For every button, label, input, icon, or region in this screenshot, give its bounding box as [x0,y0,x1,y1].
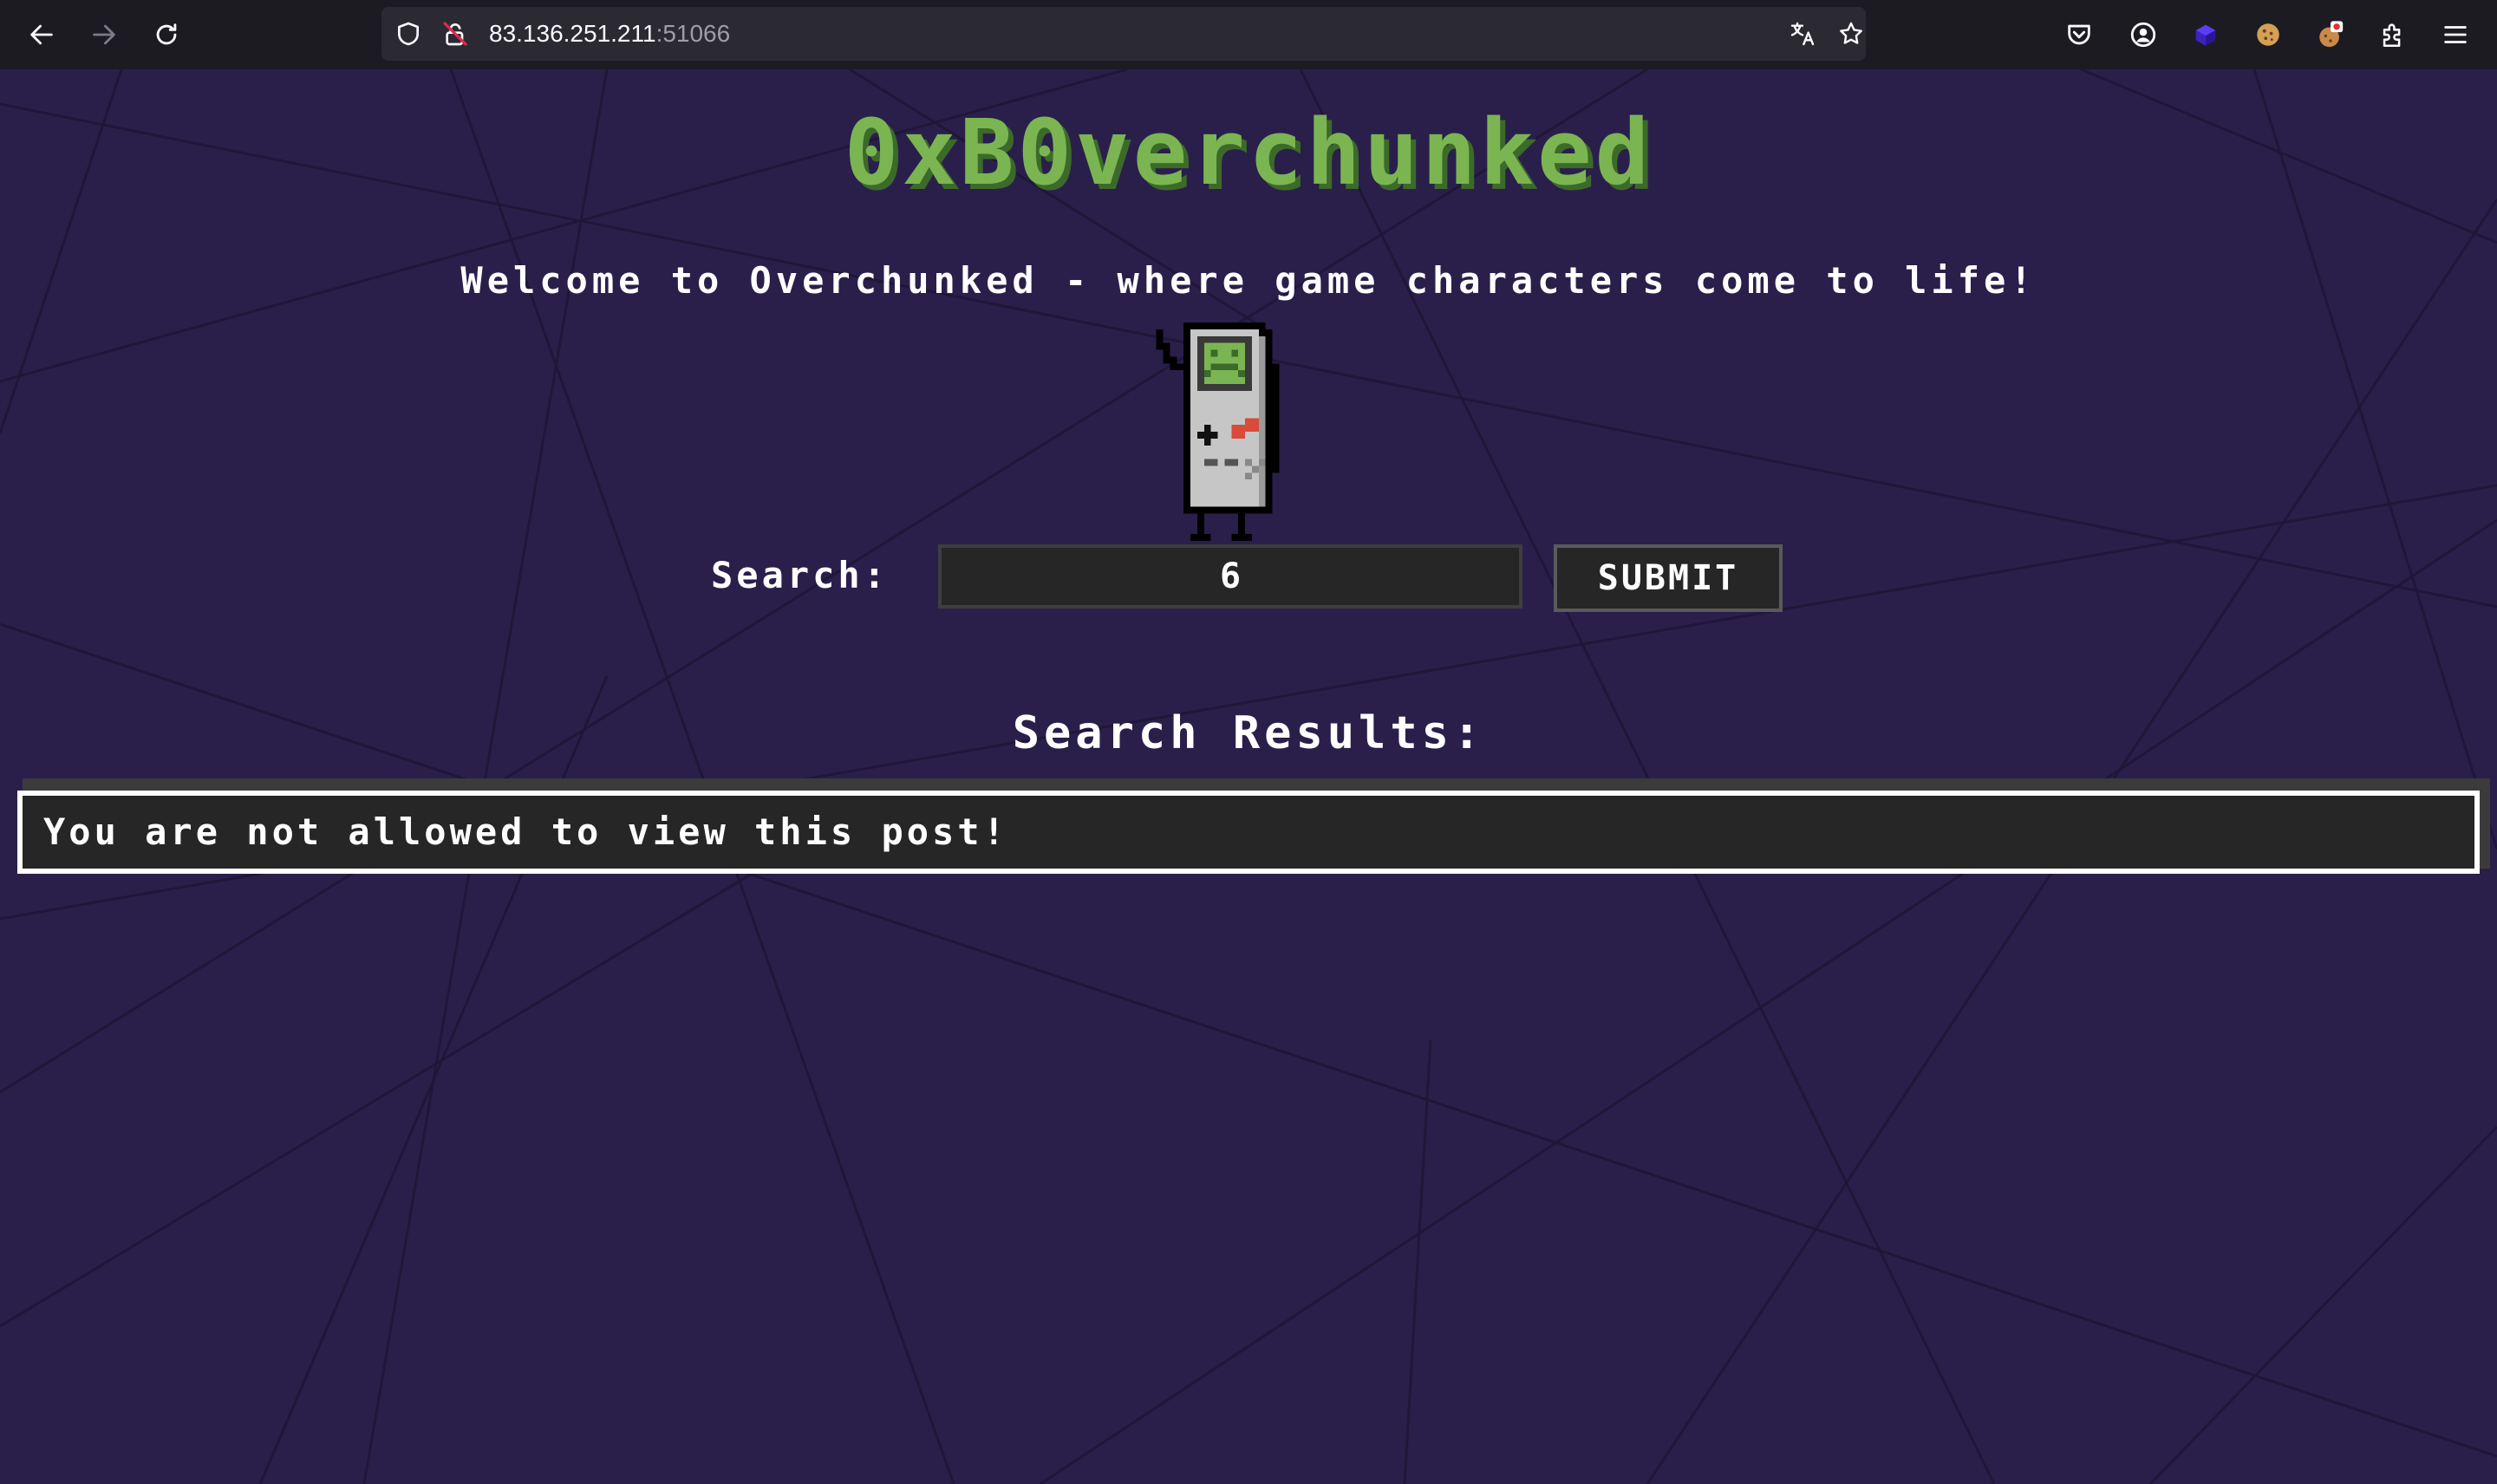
reload-button[interactable] [147,16,186,54]
bookmark-star-icon[interactable] [1836,19,1866,49]
page-content: 0xB0verchunked Welcome to Overchunked - … [0,69,2497,1484]
purple-cube-extension-icon [2195,24,2216,46]
cookie-extension-icon [2257,23,2279,46]
gameboy-mascot-icon [1156,322,1280,541]
back-arrow-icon [30,24,53,45]
translate-icon[interactable] [1788,19,1817,49]
search-label: Search: [711,554,890,596]
result-message: You are not allowed to view this post! [43,810,1008,853]
back-button[interactable] [23,16,61,54]
hamburger-menu-icon [2444,26,2467,43]
app-menu-button[interactable] [2438,17,2473,52]
forward-arrow-icon [93,24,115,45]
extensions-puzzle-icon [2383,23,2401,48]
tracking-protection-shield-icon[interactable] [394,19,423,49]
url-host: 83.136.251.211 [489,20,656,47]
url-port: :51066 [655,20,731,47]
site-title: 0xB0verchunked [844,100,1653,205]
welcome-message: Welcome to Overchunked - where game char… [460,259,2037,302]
account-icon [2130,22,2156,48]
extension-button-1[interactable] [2188,17,2223,52]
url-text[interactable]: 83.136.251.211:51066 [489,19,730,49]
browser-toolbar: 83.136.251.211:51066 [0,0,2497,70]
pocket-icon [2068,24,2090,45]
extensions-button[interactable] [2376,17,2410,52]
search-input[interactable] [938,544,1522,609]
insecure-lock-icon[interactable] [440,19,470,49]
reload-icon [156,23,177,45]
pocket-button[interactable] [2062,17,2096,52]
account-button[interactable] [2126,17,2161,52]
search-result-item: You are not allowed to view this post! [17,791,2480,874]
forward-button[interactable] [85,16,123,54]
submit-button[interactable]: SUBMIT [1554,544,1783,612]
cookie-badge-extension-icon [2319,21,2344,48]
address-bar[interactable]: 83.136.251.211:51066 [381,7,1866,61]
extension-button-3[interactable] [2313,17,2348,52]
extension-button-2[interactable] [2251,17,2285,52]
search-results-heading: Search Results: [1012,707,1485,759]
